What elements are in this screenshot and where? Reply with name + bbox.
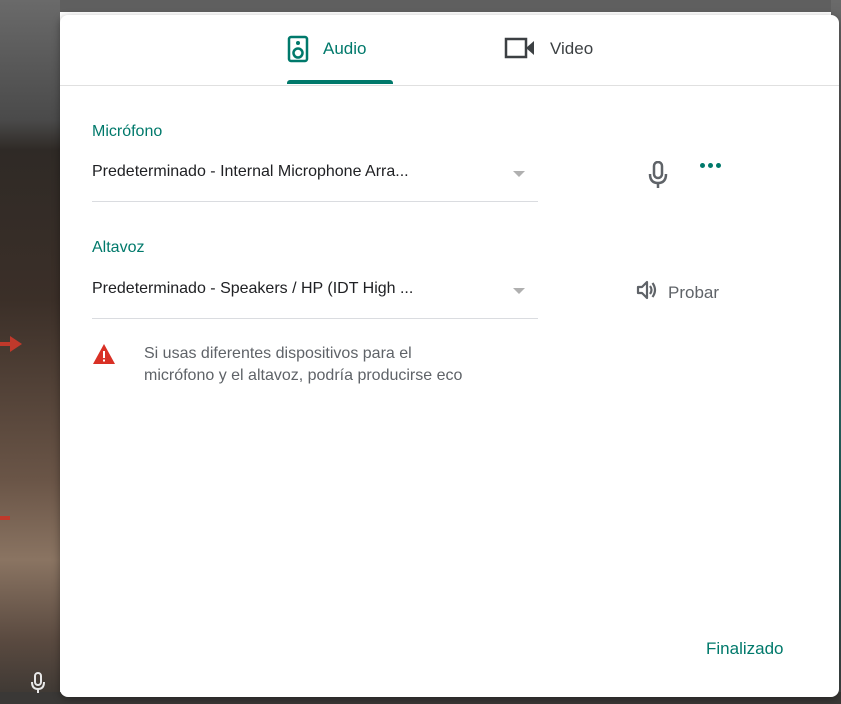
annotation-arrow-head	[10, 336, 22, 352]
video-camera-icon	[504, 35, 536, 61]
more-dot-icon	[700, 163, 705, 168]
speaker-select-value: Predeterminado - Speakers / HP (IDT High…	[92, 280, 414, 297]
tab-audio-label: Audio	[323, 39, 367, 58]
volume-icon	[636, 279, 658, 306]
warning-icon	[92, 343, 116, 387]
audio-settings-dialog: Audio Video Micrófono Predeterminado - I…	[60, 15, 839, 697]
echo-warning: Si usas diferentes dispositivos para el …	[92, 343, 564, 387]
tab-video-label: Video	[550, 39, 594, 58]
background-mic-icon	[30, 672, 46, 699]
warning-message: Si usas diferentes dispositivos para el …	[144, 343, 564, 387]
microphone-select[interactable]: Predeterminado - Internal Microphone Arr…	[92, 163, 538, 202]
microphone-select-value: Predeterminado - Internal Microphone Arr…	[92, 163, 409, 180]
warning-line-2: micrófono y el altavoz, podría producirs…	[144, 367, 463, 384]
tab-audio[interactable]: Audio	[287, 35, 366, 85]
chevron-down-icon	[513, 171, 525, 177]
chevron-down-icon	[513, 288, 525, 294]
speaker-test-label: Probar	[668, 282, 720, 302]
speaker-section-label: Altavoz	[92, 239, 145, 256]
speaker-icon	[287, 35, 309, 63]
more-dot-icon	[708, 163, 713, 168]
tab-video[interactable]: Video	[504, 35, 593, 85]
more-dot-icon	[716, 163, 721, 168]
background-video	[0, 0, 841, 12]
background-video-left	[0, 0, 60, 704]
speaker-select[interactable]: Predeterminado - Speakers / HP (IDT High…	[92, 280, 538, 319]
speaker-test-button[interactable]: Probar	[636, 279, 719, 306]
active-tab-indicator	[287, 80, 393, 84]
microphone-section-label: Micrófono	[92, 123, 163, 140]
microphone-icon	[648, 160, 668, 193]
more-options-button[interactable]	[700, 163, 721, 168]
settings-tabs: Audio Video	[60, 15, 839, 86]
done-button[interactable]: Finalizado	[706, 639, 784, 659]
warning-line-1: Si usas diferentes dispositivos para el	[144, 345, 412, 362]
microphone-test-button[interactable]	[648, 160, 668, 194]
annotation-line	[0, 516, 10, 520]
